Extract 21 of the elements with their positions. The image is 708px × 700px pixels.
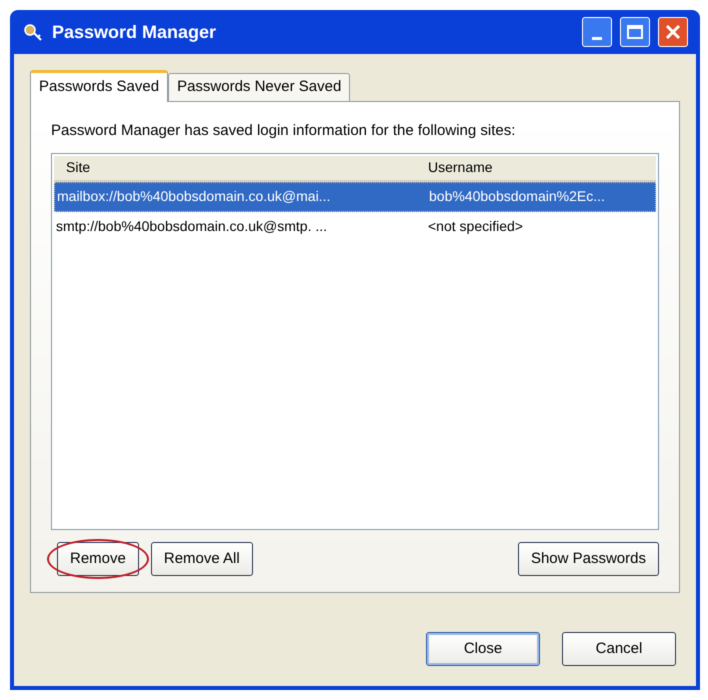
site-cell-text: smtp://bob%40bobsdomain.co.uk@smtp. ... bbox=[55, 217, 328, 236]
tab[interactable]: Passwords Never Saved bbox=[168, 73, 350, 101]
intro-text: Password Manager has saved login information for the following sites: bbox=[51, 121, 516, 141]
dialog-button[interactable]: Show Passwords bbox=[518, 542, 659, 576]
dialog-button[interactable]: Remove All bbox=[150, 542, 253, 576]
site-cell-text: mailbox://bob%40bobsdomain.co.uk@mai... bbox=[56, 187, 332, 206]
close-button[interactable] bbox=[658, 17, 688, 47]
window-title: Password Manager bbox=[52, 20, 218, 44]
list-row[interactable]: mailbox://bob%40bobsdomain.co.uk@mai... bob%40bobsdomain%2Ec... bbox=[54, 182, 656, 212]
close-icon bbox=[665, 24, 681, 40]
minimize-button[interactable] bbox=[582, 17, 612, 47]
dialog-button[interactable]: Remove bbox=[57, 542, 139, 576]
tab[interactable]: Passwords Saved bbox=[30, 70, 168, 102]
list-row[interactable]: smtp://bob%40bobsdomain.co.uk@smtp. ... <not specified> bbox=[54, 212, 656, 242]
username-cell-text: <not specified> bbox=[427, 217, 524, 236]
dialog-button[interactable]: Cancel bbox=[562, 632, 676, 666]
column-header[interactable]: Username bbox=[424, 157, 656, 178]
username-cell-text: bob%40bobsdomain%2Ec... bbox=[428, 187, 606, 206]
maximize-button[interactable] bbox=[620, 17, 650, 47]
column-header[interactable]: Site bbox=[54, 157, 424, 178]
dialog-button[interactable]: Close bbox=[426, 632, 540, 666]
